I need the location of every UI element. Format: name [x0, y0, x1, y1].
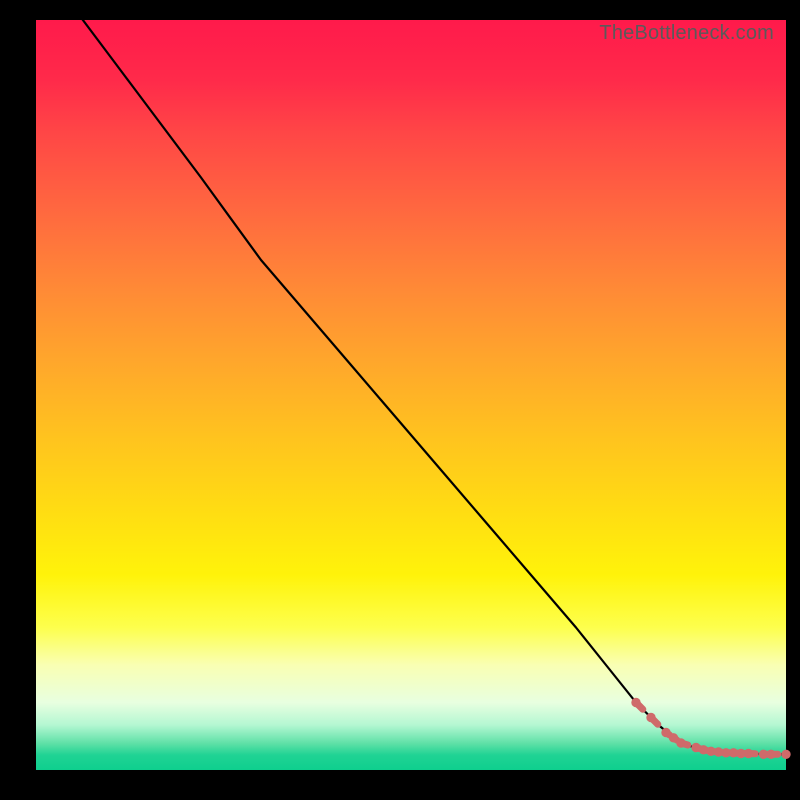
- curve-line: [66, 0, 786, 754]
- highlight-point: [677, 739, 685, 747]
- highlight-point: [744, 749, 752, 757]
- highlight-point: [782, 750, 790, 758]
- highlight-point: [699, 746, 707, 754]
- highlight-point: [632, 698, 640, 706]
- highlight-point: [767, 750, 775, 758]
- highlight-point: [669, 734, 677, 742]
- highlight-point: [662, 728, 670, 736]
- highlight-point: [647, 713, 655, 721]
- chart-svg: [36, 20, 786, 770]
- chart-frame: TheBottleneck.com: [0, 0, 800, 800]
- highlight-points: [632, 698, 790, 758]
- plot-area: TheBottleneck.com: [36, 20, 786, 770]
